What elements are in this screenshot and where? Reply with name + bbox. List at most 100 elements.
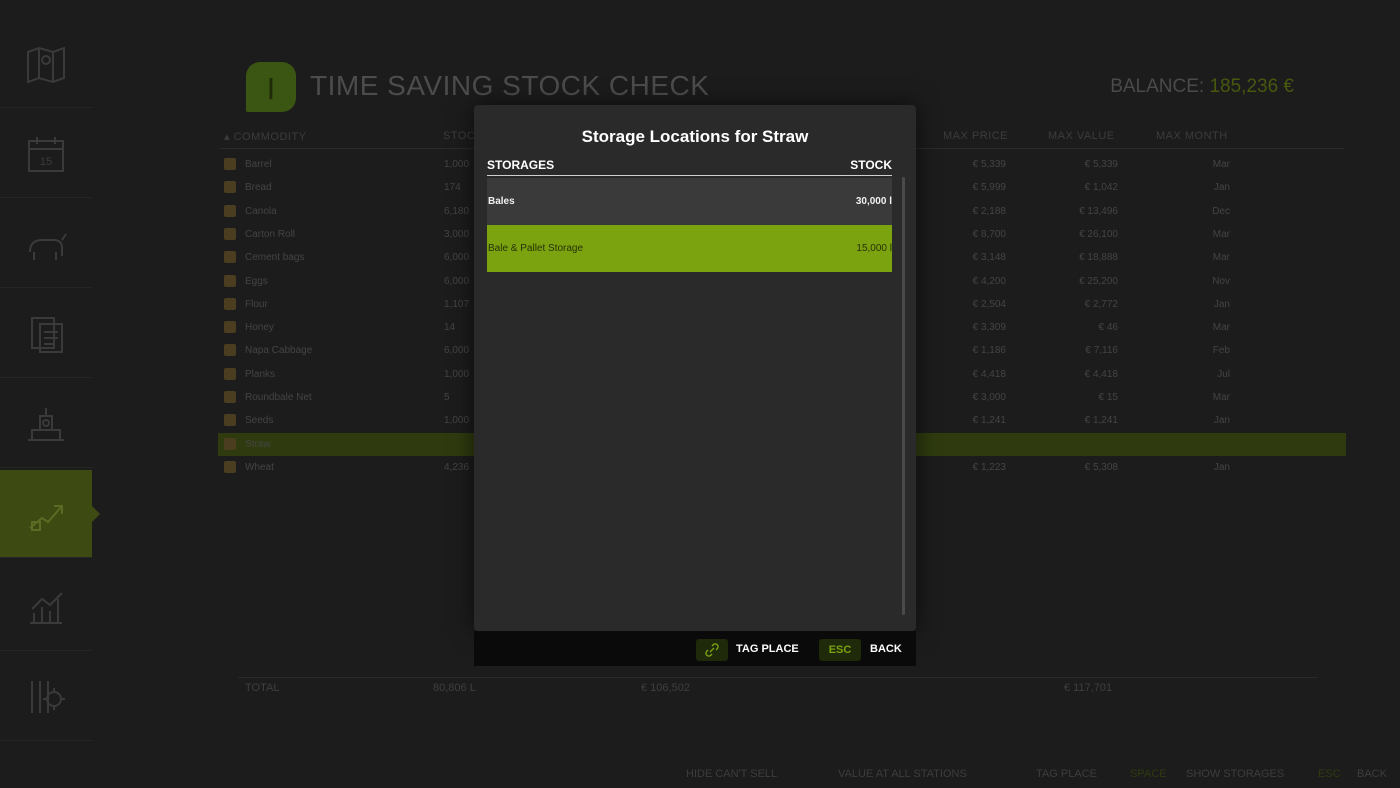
- map-icon: [27, 46, 65, 83]
- col-header-max-price[interactable]: MAX PRICE: [943, 130, 1008, 142]
- total-stock: 80,806 L: [433, 682, 476, 694]
- dialog-footer: TAG PLACE ESC BACK: [474, 631, 916, 666]
- storage-name: Bale & Pallet Storage: [488, 243, 584, 254]
- col-header-commodity[interactable]: ▴ COMMODITY: [224, 130, 307, 143]
- commodity-max-month: Jan: [1213, 182, 1230, 194]
- commodity-stock: 6,000: [444, 275, 470, 287]
- commodity-max-month: Jan: [1213, 461, 1230, 473]
- sidebar-item-settings[interactable]: [0, 653, 92, 741]
- commodity-icon: [224, 321, 236, 334]
- commodity-max-value: € 4,418: [1084, 368, 1118, 380]
- commodity-max-month: Mar: [1212, 252, 1230, 264]
- col-header-max-month[interactable]: MAX MONTH: [1156, 130, 1228, 142]
- commodity-max-price: € 1,186: [972, 345, 1006, 357]
- commodity-max-value: € 7,116: [1085, 345, 1118, 357]
- sidebar-item-production[interactable]: [0, 380, 92, 468]
- sidebar-item-map[interactable]: [0, 20, 92, 108]
- commodity-max-value: € 13,496: [1079, 205, 1118, 217]
- commodity-stock: 1,107: [444, 298, 470, 310]
- svg-text:15: 15: [40, 156, 52, 168]
- commodity-name: Barrel: [245, 159, 272, 170]
- space-key: SPACE: [1130, 768, 1167, 780]
- commodity-icon: [224, 460, 236, 473]
- commodity-icon: [224, 297, 236, 310]
- commodity-name: Honey: [245, 322, 274, 334]
- commodity-stock: 1,000: [444, 415, 470, 427]
- back-button[interactable]: BACK: [870, 643, 902, 655]
- sidebar: 15: [0, 0, 100, 788]
- storage-row-bales[interactable]: Bales 30,000 l: [487, 178, 892, 225]
- value-all-stations-action[interactable]: VALUE AT ALL STATIONS: [838, 768, 967, 780]
- commodity-stock: 1,000: [444, 159, 470, 170]
- commodity-max-value: € 1,241: [1084, 415, 1118, 427]
- stock-check-icon: [29, 504, 63, 531]
- commodity-icon: [224, 158, 236, 170]
- storage-list: Bales 30,000 l Bale & Pallet Storage 15,…: [487, 178, 892, 618]
- tag-place-action[interactable]: TAG PLACE: [1036, 768, 1097, 780]
- commodity-max-month: Jan: [1213, 298, 1230, 310]
- commodity-max-month: Nov: [1212, 275, 1230, 287]
- col-header-stock: STOCK: [850, 158, 892, 172]
- commodity-max-price: € 3,148: [972, 252, 1006, 264]
- commodity-name: Napa Cabbage: [245, 345, 313, 357]
- commodity-name: Carton Roll: [245, 228, 296, 240]
- commodity-stock: 6,000: [444, 345, 470, 357]
- commodity-icon: [224, 414, 236, 427]
- commodity-name: Cement bags: [245, 252, 305, 264]
- total-value-2: € 117,701: [1064, 682, 1113, 694]
- sidebar-item-calendar[interactable]: 15: [0, 110, 92, 198]
- header-divider: [487, 175, 892, 176]
- commodity-max-value: € 46: [1098, 322, 1118, 334]
- total-label: TOTAL: [245, 682, 280, 694]
- commodity-name: Flour: [245, 298, 268, 310]
- esc-key: ESC: [1318, 768, 1341, 780]
- sidebar-item-animals[interactable]: [0, 200, 92, 288]
- commodity-max-price: € 3,309: [972, 322, 1006, 334]
- storage-list-scrollbar[interactable]: [902, 177, 905, 615]
- commodity-max-value: € 26,100: [1079, 228, 1118, 240]
- storage-stock: 30,000 l: [855, 196, 892, 207]
- show-storages-action[interactable]: SHOW STORAGES: [1186, 768, 1284, 780]
- commodity-max-price: € 2,188: [972, 205, 1006, 217]
- title-badge-icon: |: [246, 62, 296, 112]
- commodity-max-month: Mar: [1212, 322, 1230, 334]
- commodity-max-value: € 5,339: [1084, 159, 1118, 170]
- commodity-stock: 5: [444, 392, 450, 403]
- commodity-max-price: € 1,223: [972, 461, 1006, 473]
- link-icon[interactable]: [696, 639, 728, 661]
- dialog-title: Storage Locations for Straw: [581, 127, 809, 146]
- scroll-thumb[interactable]: [902, 177, 905, 615]
- commodity-max-month: Jul: [1217, 368, 1230, 380]
- commodity-max-value: € 25,200: [1079, 275, 1118, 287]
- commodity-stock: 1,000: [444, 368, 470, 380]
- total-value-1: € 106,502: [641, 682, 690, 694]
- tag-place-button[interactable]: TAG PLACE: [736, 643, 799, 655]
- commodity-max-month: Mar: [1212, 159, 1230, 170]
- commodity-icon: [224, 344, 236, 357]
- hide-cant-sell-action[interactable]: HIDE CAN'T SELL: [686, 768, 777, 780]
- sidebar-item-contracts[interactable]: [0, 290, 92, 378]
- sidebar-item-statistics[interactable]: [0, 563, 92, 651]
- commodity-max-value: € 15: [1098, 392, 1118, 403]
- commodity-max-month: Mar: [1212, 392, 1230, 403]
- storage-stock: 15,000 l: [856, 243, 892, 254]
- commodity-max-price: € 4,418: [972, 368, 1006, 380]
- bottom-action-bar: HIDE CAN'T SELL VALUE AT ALL STATIONS TA…: [0, 766, 1400, 788]
- commodity-icon: [224, 367, 236, 380]
- storage-name: Bales: [488, 196, 515, 207]
- col-header-storages: STORAGES: [487, 158, 555, 172]
- sidebar-item-stock-check[interactable]: [0, 470, 100, 558]
- commodity-name: Wheat: [245, 461, 274, 473]
- col-header-stock[interactable]: STOC: [443, 130, 475, 142]
- commodity-icon: [224, 437, 236, 450]
- commodity-stock: 3,000: [444, 228, 470, 240]
- commodity-name: Canola: [245, 205, 277, 217]
- esc-key-badge[interactable]: ESC: [819, 639, 861, 661]
- col-header-max-value[interactable]: MAX VALUE: [1048, 130, 1115, 142]
- storage-row-bale-pallet-storage[interactable]: Bale & Pallet Storage 15,000 l: [487, 225, 892, 272]
- commodity-icon: [224, 227, 236, 240]
- commodity-icon: [224, 274, 236, 287]
- commodity-name: Roundbale Net: [245, 392, 312, 403]
- back-action[interactable]: BACK: [1357, 768, 1387, 780]
- commodity-stock: 6,180: [444, 205, 470, 217]
